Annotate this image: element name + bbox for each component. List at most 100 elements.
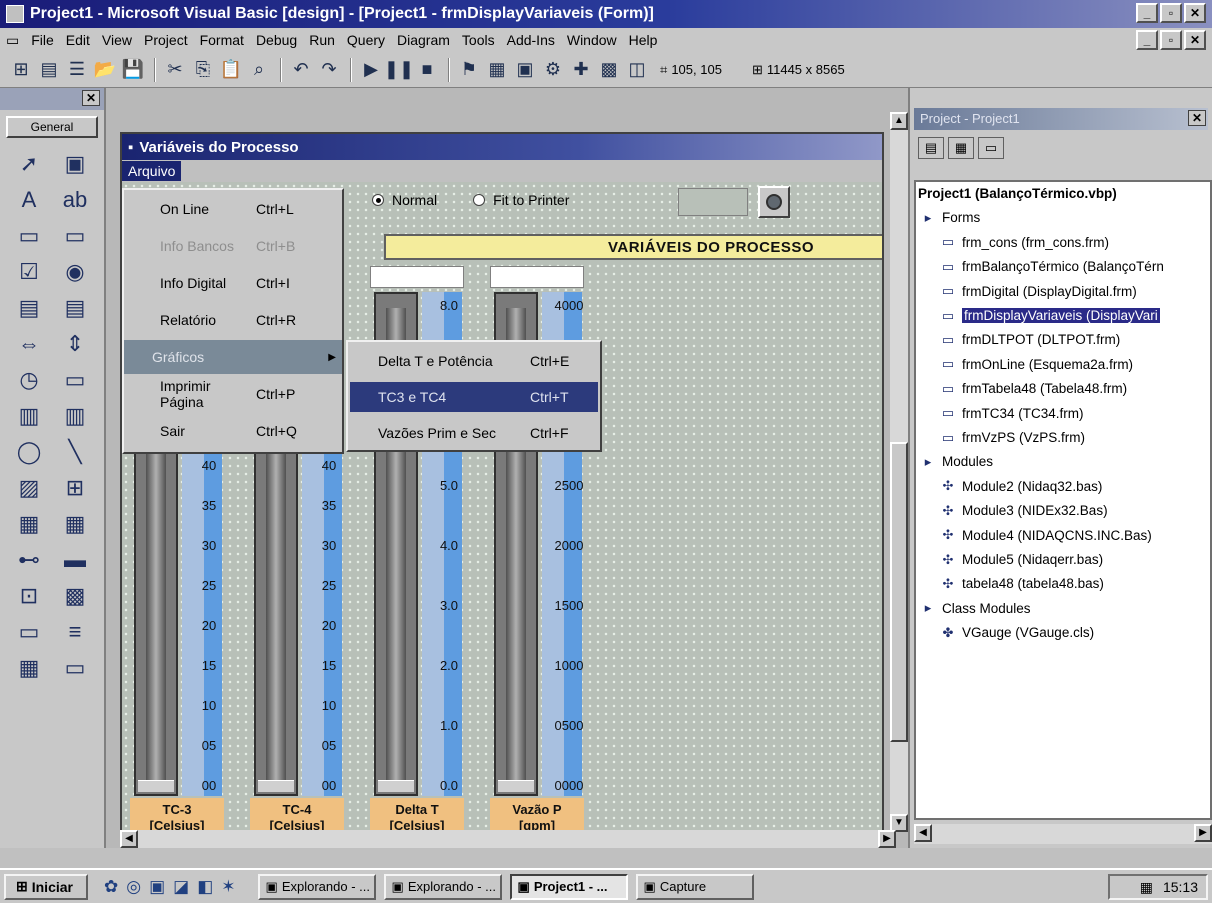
close-button[interactable]: ✕ <box>1184 3 1206 23</box>
textbox-icon[interactable]: ab <box>52 182 98 218</box>
image-icon[interactable]: ▨ <box>6 470 52 506</box>
undo-icon[interactable]: ↶ <box>288 58 314 82</box>
gauge-slider-thumb[interactable] <box>138 780 174 792</box>
tree-project-root[interactable]: Project1 (BalançoTérmico.vbp) <box>918 186 1117 201</box>
tree-module-item[interactable]: ✣ tabela48 (tabela48.bas) <box>940 576 1104 591</box>
quicklaunch-icon-3[interactable]: ▣ <box>149 877 165 897</box>
tree-module-item[interactable]: ✣ Module3 (NIDEx32.Bas) <box>940 503 1108 518</box>
mdi-restore-button[interactable]: ▫ <box>1160 30 1182 50</box>
menu-run[interactable]: Run <box>303 32 341 48</box>
menu-query[interactable]: Query <box>341 32 391 48</box>
object-browser-icon[interactable]: ⚙ <box>540 58 566 82</box>
graficos-menu-item[interactable]: Delta T e Potência Ctrl+E <box>350 346 598 376</box>
pointer-icon[interactable]: ➚ <box>6 146 52 182</box>
line-icon[interactable]: ╲ <box>52 434 98 470</box>
quicklaunch-icon-2[interactable]: ◎ <box>126 877 141 897</box>
view-object-icon[interactable]: ▦ <box>948 137 974 159</box>
drivelist-icon[interactable]: ▭ <box>52 362 98 398</box>
picture-icon[interactable]: ▣ <box>52 146 98 182</box>
tree-form-item[interactable]: ▭ frmVzPS (VzPS.frm) <box>940 430 1085 445</box>
tree-module-item[interactable]: ✣ Module2 (Nidaq32.bas) <box>940 479 1103 494</box>
view-code-icon[interactable]: ▤ <box>918 137 944 159</box>
arquivo-menu-item[interactable]: Imprimir Página Ctrl+P <box>132 377 332 411</box>
listbox-icon[interactable]: ▤ <box>52 290 98 326</box>
properties-window-icon[interactable]: ▦ <box>484 58 510 82</box>
tree-folder-modules[interactable]: ▸ Modules <box>920 454 993 469</box>
progressbar-icon[interactable]: ▬ <box>52 542 98 578</box>
maximize-button[interactable]: ▫ <box>1160 3 1182 23</box>
taskbar-task-button[interactable]: ▣ Explorando - ... <box>257 873 376 900</box>
tree-form-item[interactable]: ▭ frm_cons (frm_cons.frm) <box>940 235 1109 250</box>
tree-folder-forms[interactable]: ▸ Forms <box>920 210 981 225</box>
knob-button[interactable] <box>758 186 790 218</box>
menu-diagram[interactable]: Diagram <box>391 32 456 48</box>
tree-form-item[interactable]: ▭ frmTabela48 (Tabela48.frm) <box>940 381 1127 396</box>
tree-form-item[interactable]: ▭ frmBalançoTérmico (BalançoTérn <box>940 259 1164 274</box>
minimize-button[interactable]: _ <box>1136 3 1158 23</box>
graficos-menu-item[interactable]: Vazões Prim e Sec Ctrl+F <box>350 418 598 448</box>
toggle-folders-icon[interactable]: ▭ <box>978 137 1004 159</box>
add-project-icon[interactable]: ⊞ <box>8 58 34 82</box>
taskbar-task-button[interactable]: ▣ Project1 - ... <box>509 873 628 900</box>
menu-add-ins[interactable]: Add-Ins <box>501 32 561 48</box>
menu-debug[interactable]: Debug <box>250 32 303 48</box>
arquivo-menu-item[interactable]: Gráficos ▶ <box>124 340 342 374</box>
taskbar-task-button[interactable]: ▣ Explorando - ... <box>383 873 502 900</box>
gauge-slider-thumb[interactable] <box>378 780 414 792</box>
toolbox-tab-general[interactable]: General <box>6 116 98 138</box>
timer-icon[interactable]: ◷ <box>6 362 52 398</box>
scroll-left-button[interactable]: ◀ <box>120 830 138 848</box>
quicklaunch-icon-6[interactable]: ✶ <box>221 877 235 897</box>
mdi-doc-icon[interactable]: ▭ <box>0 32 25 49</box>
menu-view[interactable]: View <box>96 32 138 48</box>
quicklaunch-icon-4[interactable]: ◪ <box>173 877 189 897</box>
cut-icon[interactable]: ✂ <box>162 58 188 82</box>
hscroll-icon[interactable]: ⇔ <box>6 326 52 362</box>
visual-component-manager-icon[interactable]: ◫ <box>624 58 650 82</box>
toolbox-close-button[interactable]: ✕ <box>82 90 100 106</box>
menu-editor-icon[interactable]: ☰ <box>64 58 90 82</box>
redo-icon[interactable]: ↷ <box>316 58 342 82</box>
mdi-close-button[interactable]: ✕ <box>1184 30 1206 50</box>
tree-module-item[interactable]: ✣ Module4 (NIDAQCNS.INC.Bas) <box>940 528 1152 543</box>
frame-icon[interactable]: ▭ <box>6 218 52 254</box>
start-button[interactable]: ⊞ Iniciar <box>4 873 88 900</box>
tree-form-item[interactable]: ▭ frmDigital (DisplayDigital.frm) <box>940 284 1137 299</box>
add-form-icon[interactable]: ▤ <box>36 58 62 82</box>
menu-window[interactable]: Window <box>561 32 623 48</box>
radio-normal[interactable]: Normal <box>372 192 437 208</box>
imagelist-icon[interactable]: ▩ <box>52 578 98 614</box>
gauge-slider-thumb[interactable] <box>258 780 294 792</box>
designer-vertical-scrollbar[interactable]: ▲ ▼ <box>890 112 908 832</box>
data-view-icon[interactable]: ▩ <box>596 58 622 82</box>
slider-icon[interactable]: ⊷ <box>6 542 52 578</box>
toolbox-icon[interactable]: ✚ <box>568 58 594 82</box>
quicklaunch-icon-5[interactable]: ◧ <box>197 877 213 897</box>
ole-icon[interactable]: ▦ <box>6 506 52 542</box>
project-scroll-right-button[interactable]: ▶ <box>1194 824 1212 842</box>
toolbar-icon[interactable]: ▭ <box>52 650 98 686</box>
menu-edit[interactable]: Edit <box>60 32 96 48</box>
dirlist-icon[interactable]: ▥ <box>6 398 52 434</box>
tree-form-item[interactable]: ▭ frmOnLine (Esquema2a.frm) <box>940 357 1133 372</box>
label-icon[interactable]: A <box>6 182 52 218</box>
combobox-icon[interactable]: ▤ <box>6 290 52 326</box>
find-icon[interactable]: ⌕ <box>246 58 272 82</box>
scroll-thumb[interactable] <box>890 442 908 742</box>
graficos-menu-item[interactable]: TC3 e TC4 Ctrl+T <box>350 382 598 412</box>
end-icon[interactable]: ■ <box>414 58 440 82</box>
scroll-right-button[interactable]: ▶ <box>878 830 896 848</box>
arquivo-menu-item[interactable]: On Line Ctrl+L <box>132 192 332 226</box>
treeview-icon[interactable]: ≡ <box>52 614 98 650</box>
radio-normal-dot[interactable] <box>372 194 384 206</box>
data-icon[interactable]: ⊞ <box>52 470 98 506</box>
tree-form-item[interactable]: ▭ frmDisplayVariaveis (DisplayVari <box>940 308 1160 323</box>
project-explorer-icon[interactable]: ⚑ <box>456 58 482 82</box>
vscroll-icon[interactable]: ⇕ <box>52 326 98 362</box>
open-project-icon[interactable]: 📂 <box>92 58 118 82</box>
project-horizontal-scrollbar[interactable]: ◀ ▶ <box>914 824 1212 844</box>
menu-file[interactable]: File <box>25 32 60 48</box>
menu-project[interactable]: Project <box>138 32 194 48</box>
gauge-slider-thumb[interactable] <box>498 780 534 792</box>
project-scroll-left-button[interactable]: ◀ <box>914 824 932 842</box>
